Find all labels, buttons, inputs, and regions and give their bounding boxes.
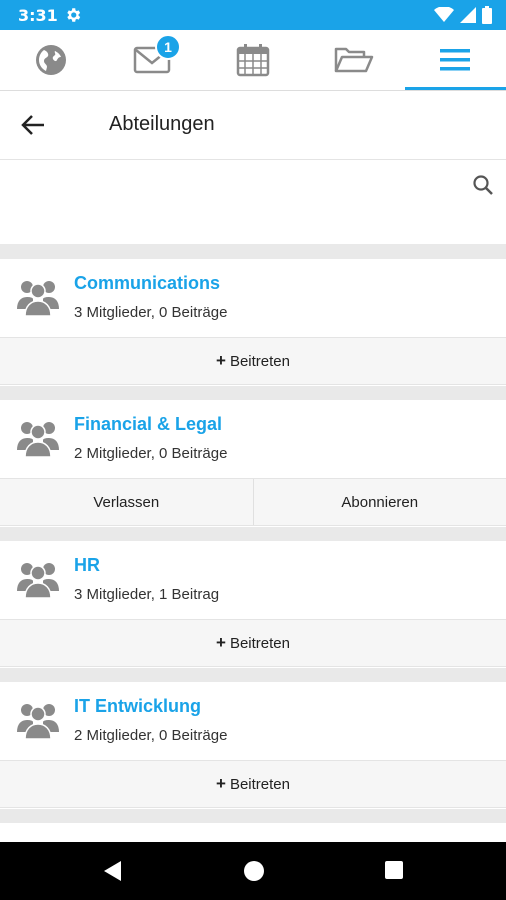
back-arrow-icon[interactable] [20, 113, 46, 142]
nav-home-icon[interactable] [243, 860, 265, 887]
top-tab-bar: 1 [0, 30, 506, 91]
group-icon [16, 559, 60, 604]
subscribe-button[interactable]: Abonnieren [252, 479, 506, 525]
group-icon [16, 277, 60, 322]
active-tab-indicator [405, 87, 506, 90]
department-name[interactable]: Communications [74, 273, 220, 294]
join-button[interactable]: + Beitreten [0, 761, 506, 807]
department-meta: 3 Mitglieder, 0 Beiträge [74, 304, 228, 321]
globe-icon [35, 45, 66, 75]
page-header: Abteilungen [0, 91, 506, 160]
join-button[interactable]: + Beitreten [0, 620, 506, 666]
tab-files[interactable] [303, 30, 404, 90]
plus-icon: + [216, 633, 226, 652]
join-button[interactable]: + Beitreten [0, 338, 506, 384]
group-icon [16, 700, 60, 745]
department-card: Communications 3 Mitglieder, 0 Beiträge … [0, 259, 506, 386]
department-card: IT Entwicklung 2 Mitglieder, 0 Beiträge … [0, 682, 506, 809]
department-actions: + Beitreten [0, 760, 506, 808]
department-meta: 2 Mitglieder, 0 Beiträge [74, 727, 228, 744]
system-nav-bar [0, 842, 506, 900]
department-actions: + Beitreten [0, 619, 506, 667]
tab-globe[interactable] [0, 30, 101, 90]
group-icon [16, 418, 60, 463]
tab-calendar[interactable] [202, 30, 303, 90]
department-card-partial [0, 823, 506, 842]
department-card: HR 3 Mitglieder, 1 Beitrag + Beitreten [0, 541, 506, 668]
nav-back-icon[interactable] [103, 860, 123, 887]
leave-button[interactable]: Verlassen [0, 479, 253, 525]
system-indicators [434, 6, 492, 24]
tab-messages[interactable]: 1 [101, 30, 202, 90]
join-label: Beitreten [229, 352, 290, 370]
department-actions: + Beitreten [0, 337, 506, 385]
unread-badge: 1 [155, 34, 181, 60]
department-name[interactable]: Financial & Legal [74, 414, 222, 435]
join-label: Beitreten [229, 634, 290, 652]
department-meta: 2 Mitglieder, 0 Beiträge [74, 445, 228, 462]
menu-icon [439, 49, 470, 71]
signal-icon [460, 7, 476, 23]
department-actions: Verlassen Abonnieren [0, 478, 506, 526]
search-input[interactable] [0, 160, 460, 244]
department-meta: 3 Mitglieder, 1 Beitrag [74, 586, 220, 603]
search-bar [0, 160, 506, 244]
department-name[interactable]: HR [74, 555, 100, 576]
status-time: 3:31 [18, 6, 58, 25]
battery-icon [482, 6, 492, 24]
wifi-icon [434, 7, 454, 22]
search-icon[interactable] [472, 174, 494, 201]
gear-icon [64, 6, 82, 29]
plus-icon: + [216, 774, 226, 793]
status-bar: 3:31 [0, 0, 506, 30]
calendar-icon [236, 44, 269, 77]
department-card: Financial & Legal 2 Mitglieder, 0 Beiträ… [0, 400, 506, 527]
plus-icon: + [216, 351, 226, 370]
page-title: Abteilungen [109, 113, 215, 135]
folder-open-icon [334, 47, 373, 73]
nav-recents-icon[interactable] [384, 860, 404, 885]
join-label: Beitreten [229, 775, 290, 793]
department-name[interactable]: IT Entwicklung [74, 696, 201, 717]
tab-menu[interactable] [404, 30, 505, 90]
